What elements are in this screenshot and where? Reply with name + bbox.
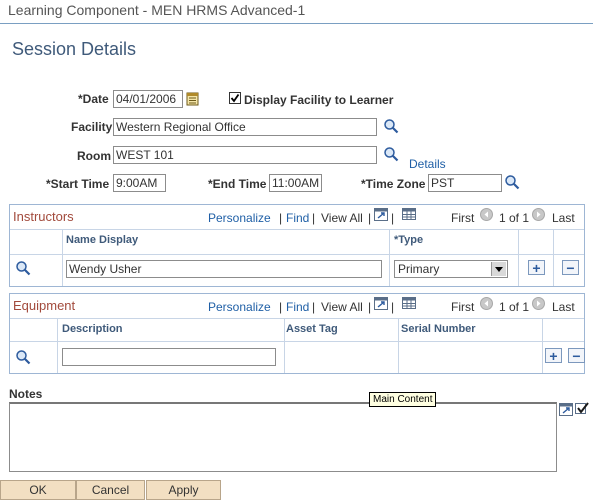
end-time-field[interactable]: 11:00AM bbox=[269, 174, 322, 192]
separator: | bbox=[279, 300, 283, 314]
next-arrow-icon[interactable] bbox=[532, 208, 545, 221]
calendar-icon[interactable] bbox=[186, 91, 199, 106]
column-divider bbox=[62, 229, 63, 286]
column-divider bbox=[57, 318, 58, 373]
time-zone-label: *Time Zone bbox=[361, 177, 426, 191]
facility-label: Facility bbox=[71, 120, 113, 134]
ok-button[interactable]: OK bbox=[0, 480, 76, 500]
main-content-tooltip: Main Content bbox=[369, 392, 437, 407]
notes-label: Notes bbox=[9, 387, 43, 401]
instructors-personalize-link[interactable]: Personalize bbox=[208, 211, 271, 225]
instructors-range: 1 of 1 bbox=[499, 211, 530, 225]
facility-field[interactable]: Western Regional Office bbox=[113, 118, 377, 136]
column-divider bbox=[518, 229, 519, 286]
date-field[interactable]: 04/01/2006 bbox=[113, 90, 183, 108]
separator: | bbox=[368, 211, 372, 225]
equipment-first-label[interactable]: First bbox=[451, 300, 474, 314]
equipment-grid: Equipment Personalize | Find | View All … bbox=[9, 293, 585, 374]
separator: | bbox=[391, 300, 395, 314]
instructors-find-link[interactable]: Find bbox=[286, 211, 309, 225]
zoom-icon[interactable] bbox=[559, 403, 573, 416]
column-divider bbox=[389, 229, 390, 286]
row-lookup-icon[interactable] bbox=[15, 260, 31, 276]
add-row-button[interactable]: + bbox=[528, 260, 545, 275]
start-time-label: *Start Time bbox=[46, 177, 110, 191]
column-divider bbox=[398, 318, 399, 373]
column-serial-number: Serial Number bbox=[401, 323, 476, 335]
instructors-last-label[interactable]: Last bbox=[552, 211, 575, 225]
separator: | bbox=[279, 211, 283, 225]
instructors-view-all-link[interactable]: View All bbox=[321, 211, 363, 225]
room-label: Room bbox=[77, 149, 111, 163]
equipment-last-label[interactable]: Last bbox=[552, 300, 575, 314]
display-facility-label: Display Facility to Learner bbox=[244, 93, 394, 107]
date-label: *Date bbox=[78, 92, 109, 106]
previous-arrow-icon[interactable] bbox=[480, 297, 493, 310]
display-facility-checkbox[interactable] bbox=[229, 92, 241, 104]
details-link[interactable]: Details bbox=[409, 157, 446, 171]
column-description: Description bbox=[62, 323, 123, 335]
equipment-description-field[interactable] bbox=[62, 348, 276, 366]
separator: | bbox=[312, 300, 316, 314]
equipment-title: Equipment bbox=[13, 298, 76, 313]
instructors-first-label[interactable]: First bbox=[451, 211, 474, 225]
facility-lookup-icon[interactable] bbox=[383, 118, 399, 134]
equipment-view-all-link[interactable]: View All bbox=[321, 300, 363, 314]
column-type: *Type bbox=[394, 234, 424, 246]
instructor-type-select[interactable]: Primary bbox=[394, 260, 508, 278]
next-arrow-icon[interactable] bbox=[532, 297, 545, 310]
zoom-icon[interactable] bbox=[374, 208, 388, 221]
window-title: Learning Component - MEN HRMS Advanced-1 bbox=[8, 2, 306, 18]
column-divider bbox=[553, 229, 554, 286]
previous-arrow-icon[interactable] bbox=[480, 208, 493, 221]
end-time-label: *End Time bbox=[208, 177, 267, 191]
time-zone-field[interactable]: PST bbox=[428, 174, 502, 192]
apply-button[interactable]: Apply bbox=[146, 480, 221, 500]
spellcheck-icon[interactable] bbox=[575, 402, 590, 415]
column-divider bbox=[542, 318, 543, 373]
zoom-icon[interactable] bbox=[374, 297, 388, 310]
instructors-grid: Instructors Personalize | Find | View Al… bbox=[9, 204, 585, 287]
notes-textarea[interactable] bbox=[9, 402, 557, 472]
column-divider bbox=[284, 318, 285, 373]
column-name-display: Name Display bbox=[66, 234, 139, 246]
start-time-field[interactable]: 9:00AM bbox=[113, 174, 166, 192]
page-title: Session Details bbox=[12, 39, 137, 59]
equipment-range: 1 of 1 bbox=[499, 300, 530, 314]
equipment-find-link[interactable]: Find bbox=[286, 300, 309, 314]
chevron-down-icon[interactable] bbox=[491, 262, 506, 276]
separator: | bbox=[391, 211, 395, 225]
separator: | bbox=[312, 211, 316, 225]
instructor-name-field[interactable]: Wendy Usher bbox=[66, 260, 382, 278]
delete-row-button[interactable]: − bbox=[568, 348, 585, 363]
instructor-type-value: Primary bbox=[398, 262, 440, 276]
equipment-personalize-link[interactable]: Personalize bbox=[208, 300, 271, 314]
add-row-button[interactable]: + bbox=[545, 348, 562, 363]
column-asset-tag: Asset Tag bbox=[286, 323, 338, 335]
separator: | bbox=[368, 300, 372, 314]
cancel-button[interactable]: Cancel bbox=[76, 480, 145, 500]
room-field[interactable]: WEST 101 bbox=[113, 146, 377, 164]
title-divider bbox=[0, 23, 593, 24]
grid-download-icon[interactable] bbox=[402, 208, 416, 220]
row-lookup-icon[interactable] bbox=[15, 349, 31, 365]
checkmark-icon bbox=[230, 93, 240, 103]
time-zone-lookup-icon[interactable] bbox=[504, 174, 520, 190]
room-lookup-icon[interactable] bbox=[383, 146, 399, 162]
instructors-title: Instructors bbox=[13, 209, 74, 224]
delete-row-button[interactable]: − bbox=[562, 260, 579, 275]
grid-download-icon[interactable] bbox=[402, 297, 416, 309]
